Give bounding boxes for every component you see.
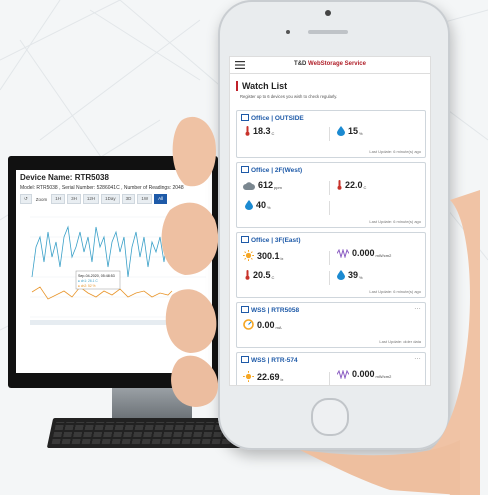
zoom-label: Zoom xyxy=(35,196,48,202)
zoom-1w-button[interactable]: 1W xyxy=(137,194,153,204)
tooltip-ch2: ● ch2: 52 % xyxy=(78,284,96,288)
app-title: T&D WebStorage Service xyxy=(230,61,430,67)
hand-holding-phone xyxy=(161,116,480,495)
app-title-brand: WebStorage Service xyxy=(308,61,366,67)
device-title: Device Name: RTR5038 xyxy=(20,173,109,182)
graph-series-ch1 xyxy=(31,225,173,278)
proximity-sensor xyxy=(286,30,290,34)
zoom-toolbar: ↺ Zoom 1H 3H 12H 1Day 3D 1W All xyxy=(20,194,168,204)
tooltip-ch1: ● ch1: 26.1 C xyxy=(78,279,98,283)
zoom-1h-button[interactable]: 1H xyxy=(51,194,66,204)
tooltip-date: Sep-04-2020, 05:48:53 xyxy=(78,274,115,278)
front-camera xyxy=(325,10,331,16)
earpiece-speaker xyxy=(308,30,348,34)
zoom-3h-button[interactable]: 3H xyxy=(67,194,81,204)
app-title-prefix: T&D xyxy=(294,61,307,67)
zoom-1day-button[interactable]: 1Day xyxy=(101,194,120,204)
zoom-12h-button[interactable]: 12H xyxy=(82,194,100,204)
reset-zoom-button[interactable]: ↺ xyxy=(20,194,32,204)
zoom-3d-button[interactable]: 3D xyxy=(121,194,136,204)
